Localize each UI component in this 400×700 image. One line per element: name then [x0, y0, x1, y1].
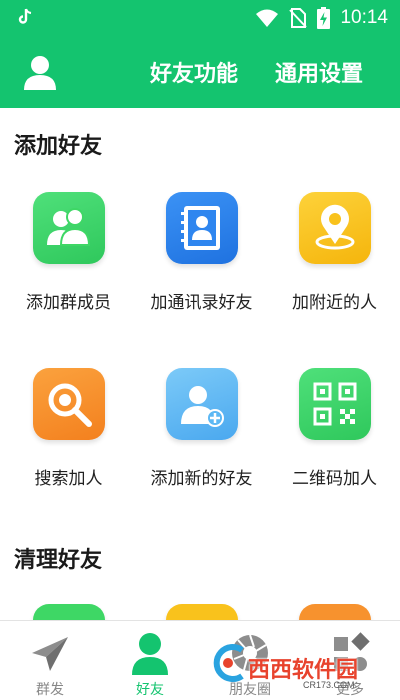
tiktok-icon	[18, 8, 32, 24]
search-add-label: 搜索加人	[34, 469, 103, 489]
nav-item-broadcast[interactable]: 群发	[0, 621, 100, 700]
status-time: 10:14	[340, 7, 388, 28]
add-friend-icon	[165, 368, 238, 440]
add-contacts-friend-label: 加通讯录好友	[150, 293, 253, 313]
nav-item-friends[interactable]: 好友	[100, 621, 200, 700]
qr-code-add-button[interactable]: 二维码加人	[268, 368, 400, 489]
group-members-icon	[32, 192, 105, 264]
tab-general-settings[interactable]: 通用设置	[275, 56, 363, 88]
status-bar: 10:14	[0, 0, 400, 36]
qr-code-add-label: 二维码加人	[292, 469, 377, 489]
search-add-button[interactable]: 搜索加人	[2, 368, 135, 489]
person-icon	[132, 633, 168, 675]
watermark-logo: 西西软件园 CR173.COM	[208, 640, 398, 696]
section-title-clean-friends: 清理好友	[14, 548, 103, 573]
add-contacts-friend-button[interactable]: 加通讯录好友	[135, 192, 268, 313]
search-icon	[32, 368, 105, 440]
wifi-icon	[256, 9, 279, 27]
add-group-members-button[interactable]: 添加群成员	[2, 192, 135, 313]
add-nearby-button[interactable]: 加附近的人	[268, 192, 400, 313]
add-group-members-label: 添加群成员	[26, 293, 111, 313]
add-new-friend-button[interactable]: 添加新的好友	[135, 368, 268, 489]
watermark-subtext: CR173.COM	[303, 680, 355, 690]
location-pin-icon	[298, 192, 371, 264]
contacts-book-icon	[165, 192, 238, 264]
tab-friend-functions[interactable]: 好友功能	[150, 56, 238, 88]
section-title-add-friends: 添加好友	[14, 134, 103, 159]
paper-plane-icon	[32, 637, 68, 671]
add-new-friend-label: 添加新的好友	[150, 469, 253, 489]
user-icon[interactable]	[22, 54, 58, 90]
battery-charging-icon	[317, 7, 331, 29]
watermark-swirl-icon	[213, 644, 244, 682]
no-sim-icon	[289, 8, 308, 28]
add-nearby-label: 加附近的人	[292, 293, 377, 313]
qr-code-icon	[298, 368, 371, 440]
app-bar: 好友功能 通用设置	[0, 36, 400, 108]
nav-label-friends: 好友	[136, 682, 164, 698]
nav-label-broadcast: 群发	[36, 682, 64, 698]
